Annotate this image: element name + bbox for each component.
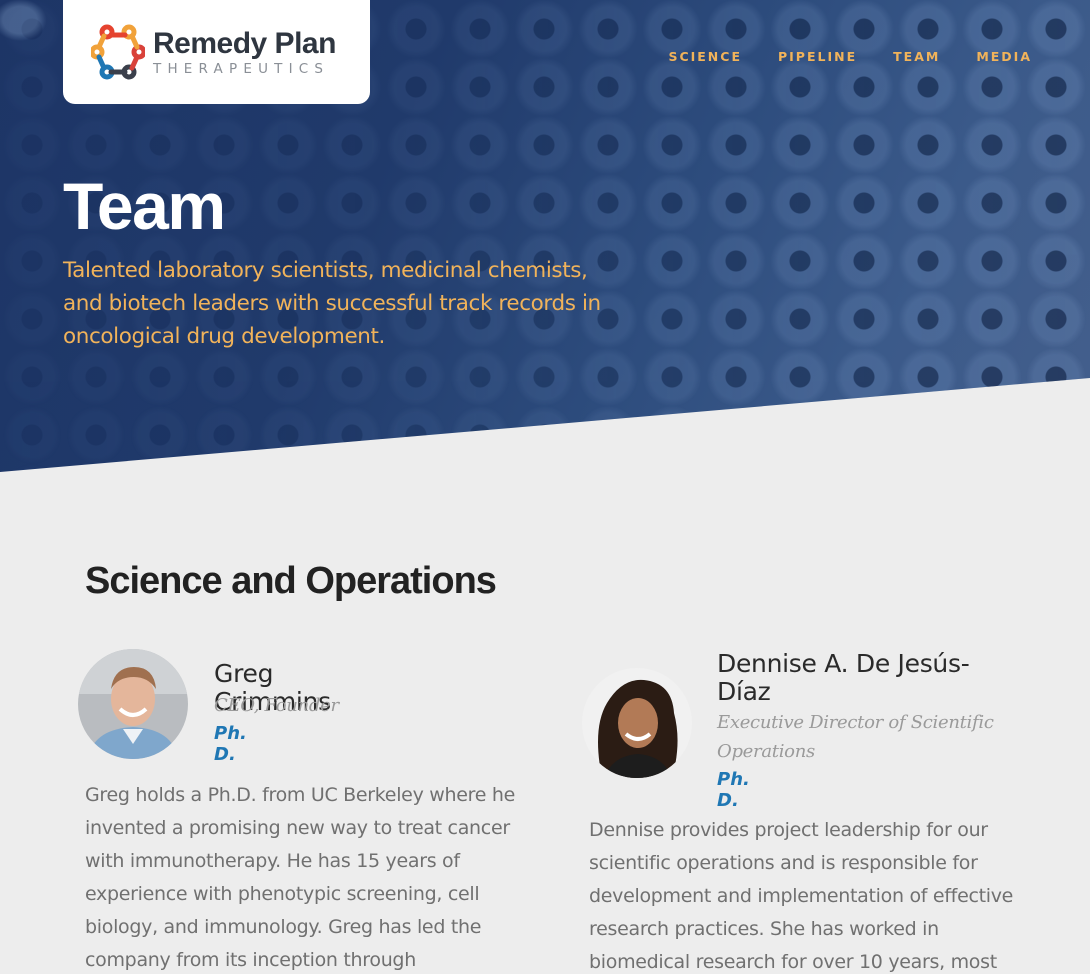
page-title: Team <box>63 169 226 243</box>
member-bio: Greg holds a Ph.D. from UC Berkeley wher… <box>85 784 515 971</box>
member-name: Dennise A. De Jesús-Díaz <box>717 649 970 706</box>
member-role: Executive Director of Scientific Operati… <box>717 712 994 762</box>
nav-item-team[interactable]: TEAM <box>893 49 940 64</box>
nav-item-science[interactable]: SCIENCE <box>668 49 742 64</box>
logo-icon <box>91 24 145 80</box>
member-degree: Ph. D. <box>214 723 247 765</box>
logo-name: Remedy Plan <box>153 26 336 60</box>
member-degree: Ph. D. <box>717 769 750 811</box>
avatar <box>582 668 692 778</box>
main-nav: SCIENCE PIPELINE TEAM MEDIA <box>668 49 1032 64</box>
member-bio: Dennise provides project leadership for … <box>589 819 1014 973</box>
logo-link[interactable]: Remedy Plan THERAPEUTICS <box>63 0 370 104</box>
section-title: Science and Operations <box>85 560 497 602</box>
page-subtitle: Talented laboratory scientists, medicina… <box>63 258 601 349</box>
avatar <box>78 649 188 759</box>
nav-item-media[interactable]: MEDIA <box>976 49 1032 64</box>
nav-item-pipeline[interactable]: PIPELINE <box>778 49 857 64</box>
logo-subtitle: THERAPEUTICS <box>153 60 330 77</box>
member-role: CEO, Founder <box>214 695 339 716</box>
